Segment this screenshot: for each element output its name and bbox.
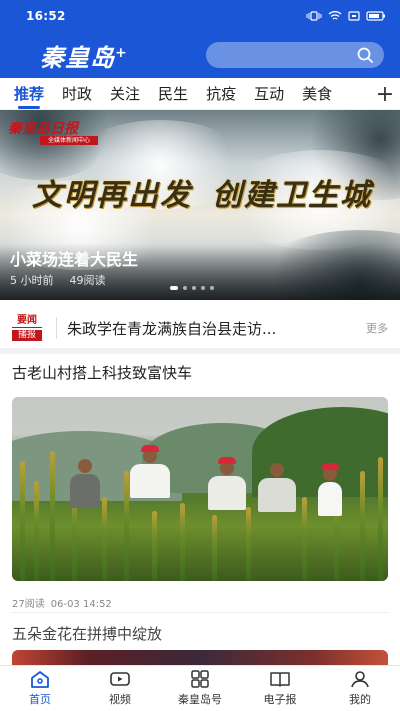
- channel-tabs: 推荐 时政 关注 民生 抗疫 互动 美食 +: [0, 78, 400, 110]
- tab-epidemic[interactable]: 抗疫: [206, 78, 236, 109]
- tab-politics[interactable]: 时政: [62, 78, 92, 109]
- search-bar[interactable]: [206, 42, 384, 68]
- battery-icon: [366, 11, 385, 21]
- status-time: 16:52: [26, 9, 66, 23]
- tab-recommend[interactable]: 推荐: [14, 78, 44, 109]
- carousel-dots: [170, 286, 214, 290]
- banner-title[interactable]: 小菜场连着大民生: [10, 246, 138, 270]
- banner-slogan-left: 文明再出发: [32, 178, 192, 213]
- tab-food[interactable]: 美食: [302, 78, 332, 109]
- app-header: 16:52 秦皇岛+: [0, 0, 400, 78]
- article-card[interactable]: 五朵金花在拼搏中绽放: [0, 623, 400, 644]
- user-icon: [351, 671, 369, 688]
- nav-e-paper[interactable]: 电子报: [240, 666, 320, 711]
- banner-logo-sub: 全媒体新闻中心: [40, 136, 98, 145]
- nav-mine[interactable]: 我的: [320, 666, 400, 711]
- status-icons: [306, 11, 386, 21]
- newspaper-icon: [270, 672, 290, 687]
- grid-icon: [191, 670, 209, 688]
- banner-slogan-right: 创建卫生城: [212, 178, 372, 213]
- app-logo: 秦皇岛+: [40, 42, 128, 72]
- banner-reads: 49阅读: [69, 274, 106, 287]
- news-ticker[interactable]: 要闻 播报 朱政学在青龙满族自治县走访... 更多: [0, 308, 400, 354]
- vibrate-icon: [306, 11, 322, 21]
- nav-home[interactable]: 首页: [0, 666, 80, 711]
- article-card[interactable]: 古老山村搭上科技致富快车 27阅读 06-03 14:52: [0, 362, 400, 610]
- more-link[interactable]: 更多: [366, 320, 388, 336]
- tab-livelihood[interactable]: 民生: [158, 78, 188, 109]
- banner-carousel[interactable]: 秦皇岛日报 全媒体新闻中心 文明再出发 创建卫生城 小菜场连着大民生 5 小时前…: [0, 110, 400, 300]
- tab-interaction[interactable]: 互动: [254, 78, 284, 109]
- bottom-nav: 首页 视频 秦皇岛号 电子报 我的: [0, 665, 400, 711]
- article-reads: 27阅读: [12, 599, 45, 610]
- article-date: 06-03 14:52: [50, 599, 112, 610]
- ticker-headline[interactable]: 朱政学在青龙满族自治县走访...: [67, 318, 358, 339]
- video-icon: [110, 672, 130, 686]
- nav-qhd-account[interactable]: 秦皇岛号: [160, 666, 240, 711]
- status-bar: 16:52: [0, 0, 400, 32]
- article-title[interactable]: 五朵金花在拼搏中绽放: [0, 623, 400, 644]
- home-icon: [31, 671, 49, 688]
- article-image[interactable]: [12, 397, 388, 581]
- banner-time: 5 小时前: [10, 274, 54, 287]
- article-title[interactable]: 古老山村搭上科技致富快车: [0, 362, 400, 383]
- wifi-icon: [328, 11, 342, 20]
- nav-video[interactable]: 视频: [80, 666, 160, 711]
- screen-icon: [348, 11, 360, 21]
- add-channel-icon[interactable]: +: [370, 78, 400, 109]
- tab-follow[interactable]: 关注: [110, 78, 140, 109]
- search-icon[interactable]: [356, 46, 374, 64]
- banner-meta: 5 小时前 49阅读: [10, 272, 106, 288]
- banner-logo: 秦皇岛日报: [8, 121, 78, 137]
- article-meta: 27阅读 06-03 14:52: [0, 595, 400, 610]
- news-badge: 要闻 播报: [12, 315, 42, 341]
